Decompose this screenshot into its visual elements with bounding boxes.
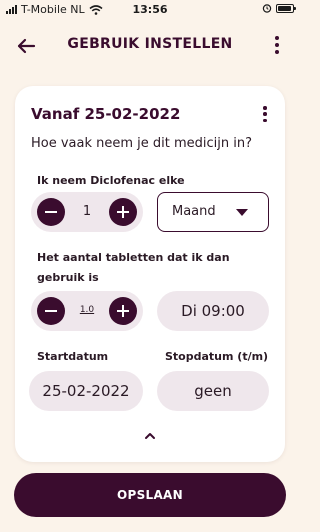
- card-more-options-icon[interactable]: [261, 106, 269, 122]
- dropdown-caret-icon: [236, 209, 248, 216]
- decrease-tablets-button[interactable]: [37, 297, 65, 325]
- frequency-label: Ik neem Diclofenac elke: [37, 174, 185, 187]
- collapse-chevron-up-icon[interactable]: [144, 430, 156, 442]
- frequency-unit-select[interactable]: Maand: [157, 192, 269, 232]
- app-bar: GEBRUIK INSTELLEN: [0, 28, 300, 62]
- frequency-count: 1: [82, 204, 92, 219]
- start-date-field[interactable]: 25-02-2022: [29, 371, 143, 411]
- increase-tablets-button[interactable]: [109, 297, 137, 325]
- frequency-unit-value: Maand: [172, 204, 216, 219]
- alarm-icon: [262, 4, 272, 13]
- battery-icon: [276, 3, 296, 13]
- card-title: Vanaf 25-02-2022: [31, 105, 181, 123]
- tablets-amount[interactable]: 1.0: [69, 305, 105, 315]
- frequency-stepper: 1: [31, 192, 143, 232]
- status-time: 13:56: [132, 3, 168, 16]
- schedule-card: Vanaf 25-02-2022 Hoe vaak neem je dit me…: [15, 86, 285, 462]
- stop-date-label: Stopdatum (t/m): [165, 350, 269, 363]
- more-options-icon[interactable]: [272, 36, 282, 54]
- page-title: GEBRUIK INSTELLEN: [67, 36, 233, 52]
- time-picker[interactable]: Di 09:00: [157, 291, 269, 331]
- tablets-stepper: 1.0: [31, 291, 143, 331]
- stop-date-field[interactable]: geen: [157, 371, 269, 411]
- start-date-label: Startdatum: [37, 350, 109, 363]
- save-button[interactable]: OPSLAAN: [14, 473, 286, 517]
- increase-frequency-button[interactable]: [109, 198, 137, 226]
- tablets-label: Het aantal tabletten dat ik dan gebruik …: [37, 251, 230, 284]
- frequency-question: Hoe vaak neem je dit medicijn in?: [31, 136, 253, 151]
- decrease-frequency-button[interactable]: [37, 198, 65, 226]
- status-bar: T-Mobile NL 13:56: [0, 0, 300, 20]
